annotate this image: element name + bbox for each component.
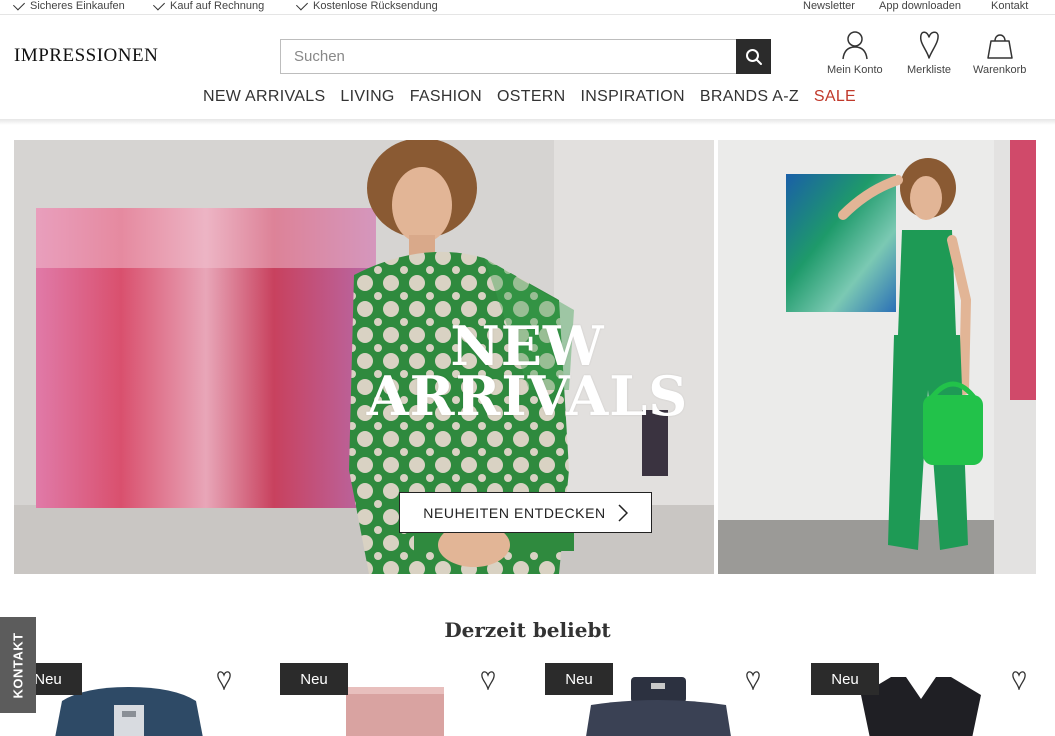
product-card[interactable]: Neu	[280, 663, 510, 736]
wishlist-button[interactable]: Merkliste	[907, 30, 951, 76]
wishlist-label: Merkliste	[907, 64, 952, 76]
product-card[interactable]: Neu	[545, 663, 775, 736]
product-card[interactable]: Neu	[14, 663, 244, 736]
chevron-right-icon	[618, 503, 628, 522]
bag-icon	[986, 34, 1013, 59]
newsletter-link[interactable]: Newsletter	[803, 0, 855, 12]
search-input[interactable]	[281, 40, 736, 73]
product-image-tshirt	[861, 677, 981, 736]
logo[interactable]: IMPRESSIONEN	[14, 45, 158, 67]
cart-label: Warenkorb	[973, 64, 1027, 76]
user-icon	[842, 31, 868, 60]
contact-link[interactable]: Kontakt	[991, 0, 1028, 12]
header-divider	[0, 119, 1055, 125]
heart-icon[interactable]	[745, 670, 761, 690]
nav-brands[interactable]: BRANDS A-Z	[700, 88, 799, 106]
heart-icon[interactable]	[216, 670, 232, 690]
usp-invoice: Kauf auf Rechnung	[152, 0, 264, 12]
nav-sale[interactable]: SALE	[814, 88, 856, 106]
nav-new-arrivals[interactable]: NEW ARRIVALS	[203, 88, 325, 106]
new-badge: Neu	[811, 663, 879, 695]
search-button[interactable]	[736, 39, 771, 74]
heart-icon[interactable]	[480, 670, 496, 690]
check-icon	[152, 0, 166, 11]
contact-tab-label: KONTAKT	[10, 631, 26, 699]
heart-icon[interactable]	[1011, 670, 1027, 690]
discover-button-label: NEUHEITEN ENTDECKEN	[423, 504, 606, 521]
account-label: Mein Konto	[827, 64, 883, 76]
usp-free-returns: Kostenlose Rücksendung	[295, 0, 438, 12]
usp-secure-shopping: Sicheres Einkaufen	[12, 0, 125, 12]
cart-button[interactable]: Warenkorb	[973, 30, 1026, 76]
new-badge: Neu	[280, 663, 348, 695]
product-card[interactable]: Neu	[811, 663, 1041, 736]
app-download-link[interactable]: App downloaden	[879, 0, 961, 12]
search-icon	[745, 48, 762, 65]
nav-inspiration[interactable]: INSPIRATION	[581, 88, 685, 106]
new-badge: Neu	[545, 663, 613, 695]
account-button[interactable]: Mein Konto	[827, 30, 883, 76]
search-bar	[280, 39, 771, 74]
product-image-pants	[346, 687, 444, 736]
hero-title-line2: ARRIVALS	[366, 364, 689, 428]
nav-living[interactable]: LIVING	[340, 88, 394, 106]
check-icon	[12, 0, 26, 11]
main-navigation: NEW ARRIVALS LIVING FASHION OSTERN INSPI…	[0, 88, 1055, 106]
nav-fashion[interactable]: FASHION	[410, 88, 482, 106]
contact-side-tab[interactable]: KONTAKT	[0, 617, 36, 713]
top-bar: Sicheres Einkaufen Kauf auf Rechnung Kos…	[0, 0, 1055, 15]
heart-icon	[919, 31, 939, 59]
discover-new-arrivals-button[interactable]: NEUHEITEN ENTDECKEN	[399, 492, 652, 533]
hero-title-line1: NEW	[450, 314, 605, 378]
popular-section-title: Derzeit beliebt	[444, 618, 611, 642]
nav-ostern[interactable]: OSTERN	[497, 88, 565, 106]
check-icon	[295, 0, 309, 11]
